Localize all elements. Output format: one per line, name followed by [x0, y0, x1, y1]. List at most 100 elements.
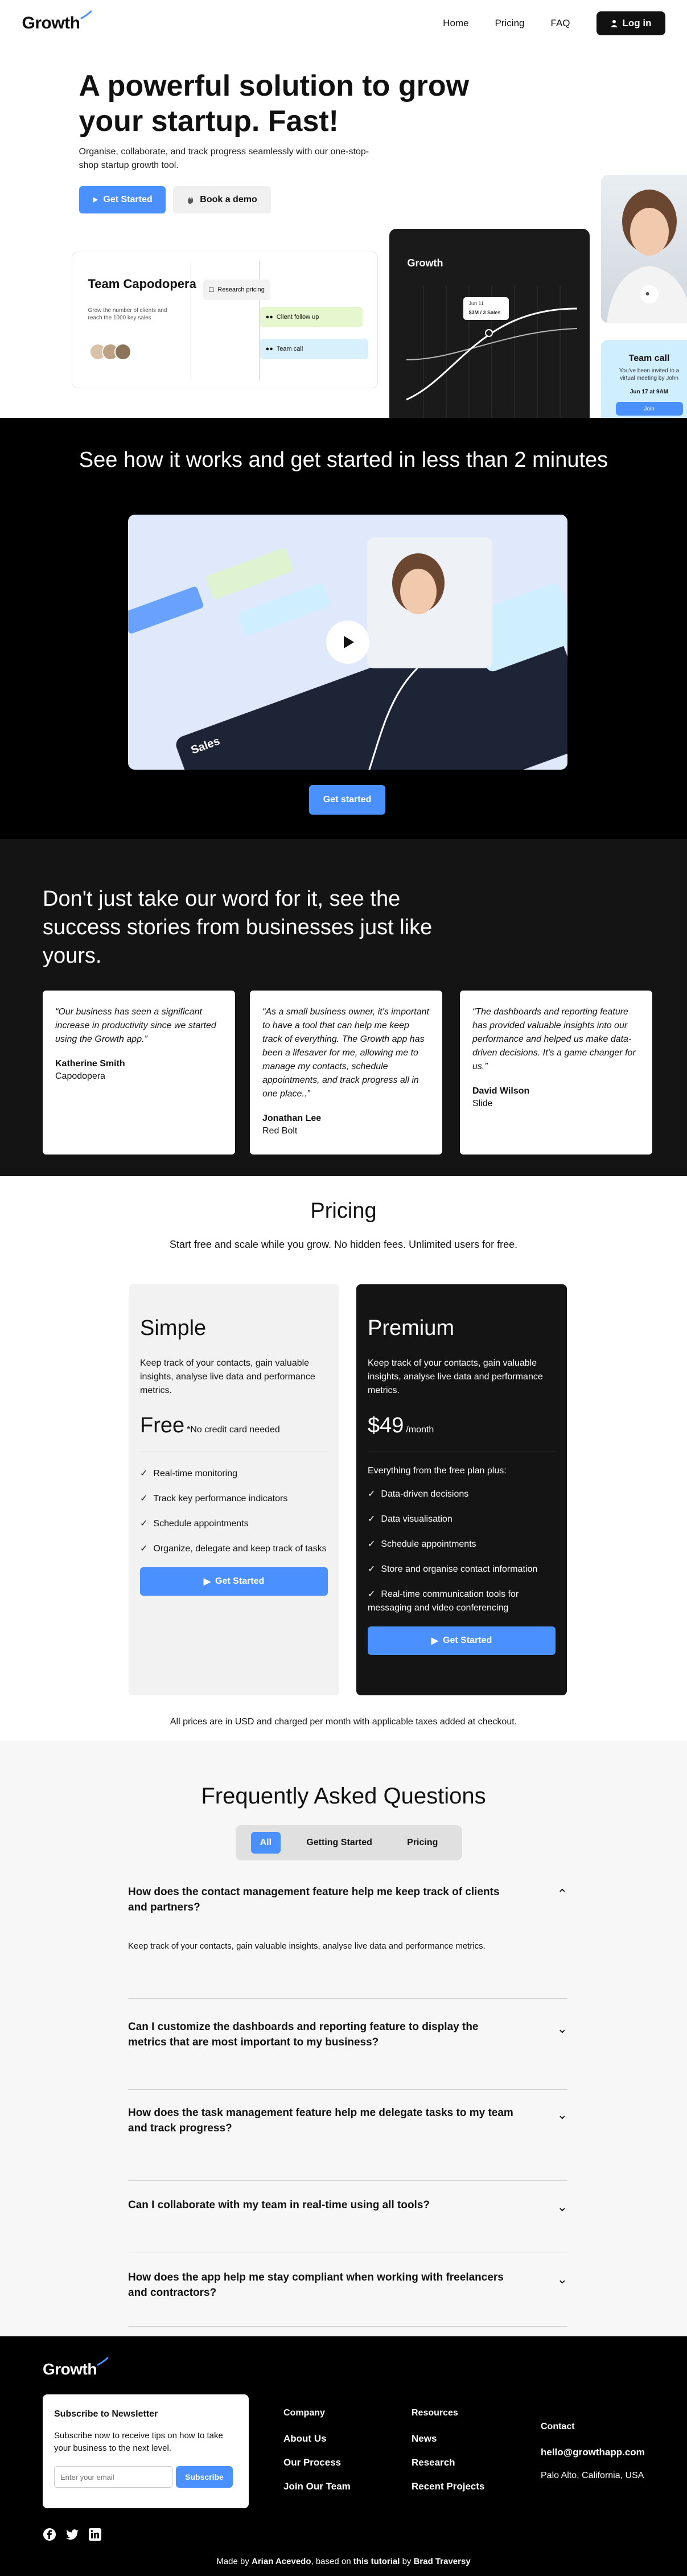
chevron-up-icon[interactable]: ⌃ — [557, 1887, 567, 1901]
twitter-icon[interactable] — [65, 2528, 79, 2541]
team-title: Team Capodopera — [88, 277, 196, 291]
contact-address: Palo Alto, California, USA — [541, 2471, 644, 2480]
faq-item[interactable]: How does the contact management feature … — [128, 1884, 567, 1999]
chevron-down-icon[interactable]: ⌄ — [557, 2200, 567, 2215]
video-player[interactable]: Team call Sales — [128, 515, 567, 770]
microphone-icon[interactable]: ● — [645, 289, 650, 298]
footer-contact: Contact hello@growthapp.com Palo Alto, C… — [541, 2422, 645, 2481]
footer-link[interactable]: Research — [412, 2457, 485, 2468]
footer-link[interactable]: News — [412, 2433, 485, 2444]
faq-question: Can I customize the dashboards and repor… — [128, 2021, 479, 2048]
subscribe-button[interactable]: Subscribe — [176, 2466, 233, 2488]
credit-author-link[interactable]: Arian Acevedo — [252, 2557, 311, 2566]
tab-all[interactable]: All — [250, 1832, 281, 1854]
how-get-started-button[interactable]: Get started — [309, 785, 385, 815]
testimonials-title: Don't just take our word for it, see the… — [43, 887, 433, 968]
graph-tooltip-date: Jun 11 — [468, 301, 484, 306]
task-pill: ☐ Research pricing — [203, 280, 270, 300]
footer-link[interactable]: About Us — [283, 2433, 351, 2444]
get-started-button[interactable]: Get Started — [79, 186, 166, 213]
task-label: Research pricing — [217, 286, 265, 293]
testimonial-company: Capodopera — [55, 1071, 106, 1081]
logo[interactable]: Growth — [22, 10, 92, 33]
join-call-button[interactable]: Join — [615, 402, 683, 416]
testimonial-quote: “The dashboards and reporting feature ha… — [472, 1007, 636, 1071]
nav-pricing[interactable]: Pricing — [495, 18, 525, 29]
chevron-down-icon[interactable]: ⌄ — [557, 2107, 567, 2122]
logo-text: Growth — [43, 2360, 97, 2378]
login-button[interactable]: Log in — [596, 11, 665, 35]
contact-email[interactable]: hello@growthapp.com — [541, 2447, 645, 2458]
profile-photo: ● — [600, 175, 687, 323]
faq-question: Can I collaborate with my team in real-t… — [128, 2199, 430, 2211]
get-started-label: Get Started — [103, 195, 153, 204]
pricing-subtitle: Start free and scale while you grow. No … — [169, 1239, 518, 1250]
logo-text: Growth — [22, 14, 81, 32]
credit-text: Made by — [216, 2557, 252, 2566]
testimonial-card: “Our business has seen a significant inc… — [43, 991, 235, 1155]
feature-item: Real-time communication tools for messag… — [368, 1588, 556, 1615]
linkedin-icon[interactable] — [88, 2528, 102, 2541]
testimonial-quote: “Our business has seen a significant inc… — [55, 1007, 216, 1044]
plan-description: Keep track of your contacts, gain valuab… — [140, 1358, 315, 1395]
chevron-down-icon[interactable]: ⌄ — [557, 2022, 567, 2036]
footer-link[interactable]: Recent Projects — [412, 2481, 485, 2492]
faq-item[interactable]: Can I customize the dashboards and repor… — [128, 2019, 567, 2090]
testimonial-card: “As a small business owner, it's importa… — [250, 991, 442, 1155]
plan-name: Simple — [140, 1316, 207, 1340]
simple-get-started-button[interactable]: ▶ Get Started — [140, 1567, 328, 1596]
site-header: Growth Home Pricing FAQ Log in — [22, 0, 665, 47]
feature-list: Data-driven decisions Data visualisation… — [368, 1488, 556, 1615]
plan-price: $49/month — [368, 1414, 556, 1438]
newsletter-card: Subscribe to Newsletter Subscribe now to… — [43, 2394, 249, 2508]
credit-text: , based on — [311, 2557, 353, 2566]
newsletter-title: Subscribe to Newsletter — [54, 2409, 158, 2419]
nav-home[interactable]: Home — [443, 18, 468, 29]
team-text: Grow the number of clients and reach the… — [88, 307, 167, 321]
feature-item: Data-driven decisions — [368, 1488, 556, 1501]
chevron-down-icon[interactable]: ⌄ — [557, 2272, 567, 2287]
credit-source-link[interactable]: Brad Traversy — [414, 2557, 471, 2566]
task-label: Client follow up — [276, 314, 319, 321]
feature-item: Store and organise contact information — [368, 1563, 556, 1576]
testimonial-name: David Wilson — [472, 1086, 530, 1096]
plan-premium: Premium Keep track of your contacts, gai… — [356, 1284, 567, 1695]
price-note: *No credit card needed — [187, 1425, 280, 1435]
footer-link[interactable]: Our Process — [283, 2457, 351, 2468]
play-icon[interactable] — [339, 634, 356, 651]
faq-item[interactable]: Can I collaborate with my team in real-t… — [128, 2197, 567, 2253]
avatars-icon: ●● — [265, 314, 273, 321]
email-input[interactable] — [54, 2466, 172, 2488]
site-footer: Growth Subscribe to Newsletter Subscribe… — [0, 2336, 687, 2576]
plan-simple: Simple Keep track of your contacts, gain… — [129, 1284, 339, 1695]
tab-getting-started[interactable]: Getting Started — [297, 1832, 381, 1854]
feature-item: Data visualisation — [368, 1513, 556, 1526]
user-icon — [610, 20, 618, 27]
faq-item[interactable]: How does the app help me stay compliant … — [128, 2270, 567, 2327]
footer-logo[interactable]: Growth — [43, 2357, 109, 2378]
footer-link[interactable]: Join Our Team — [283, 2481, 351, 2492]
swoosh-icon — [80, 10, 92, 19]
book-demo-button[interactable]: Book a demo — [172, 186, 271, 213]
nav-faq[interactable]: FAQ — [551, 18, 570, 29]
testimonial-card: “The dashboards and reporting feature ha… — [460, 991, 652, 1155]
faq-item[interactable]: How does the task management feature hel… — [128, 2105, 567, 2181]
avatars-icon: ●● — [265, 346, 273, 352]
feature-item: Organize, delegate and keep track of tas… — [140, 1542, 328, 1556]
book-demo-label: Book a demo — [200, 195, 257, 204]
call-date: Jun 17 at 9AM — [630, 389, 669, 395]
plan-intro: Everything from the free plan plus: — [368, 1466, 507, 1476]
play-icon: ▶ — [431, 1636, 439, 1646]
button-label: Get Started — [215, 1576, 265, 1586]
tab-pricing[interactable]: Pricing — [398, 1832, 447, 1854]
growth-graph-card: Growth Jun 11 $3M / 3 Sales — [389, 229, 590, 435]
credit-tutorial-link[interactable]: this tutorial — [353, 2557, 400, 2566]
plan-price: Free *No credit card needed — [140, 1414, 328, 1438]
social-links — [43, 2528, 102, 2541]
team-card: Team Capodopera Grow the number of clien… — [71, 252, 378, 388]
premium-get-started-button[interactable]: ▶ Get Started — [368, 1626, 556, 1655]
hero-section: A powerful solution to grow your startup… — [36, 47, 687, 437]
pricing-note: All prices are in USD and charged per mo… — [170, 1717, 517, 1727]
facebook-icon[interactable] — [43, 2528, 56, 2541]
play-icon — [93, 197, 98, 203]
